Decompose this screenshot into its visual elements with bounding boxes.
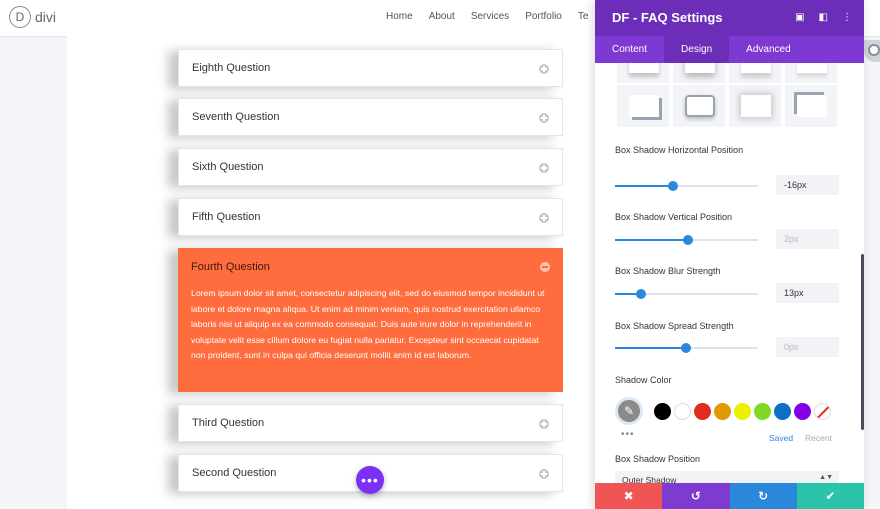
faq-item[interactable]: Third Question: [178, 404, 563, 442]
swatch-yellow[interactable]: [734, 403, 751, 420]
redo-button[interactable]: ↻: [729, 483, 797, 509]
spread-strength-slider[interactable]: [615, 343, 758, 353]
panel-scrollbar[interactable]: [861, 254, 864, 430]
expand-icon[interactable]: [539, 163, 549, 173]
add-module-button[interactable]: •••: [356, 466, 384, 494]
expand-icon[interactable]: [539, 113, 549, 123]
eyedropper-icon[interactable]: ✎: [615, 397, 643, 425]
logo-circle: D: [9, 6, 31, 28]
shadow-preset[interactable]: [673, 85, 725, 127]
panel-tabs: Content Design Advanced: [595, 36, 864, 63]
shadow-preset[interactable]: [729, 85, 781, 127]
shadow-preset[interactable]: [617, 63, 669, 83]
swatch-orange[interactable]: [714, 403, 731, 420]
vertical-position-slider[interactable]: [615, 235, 758, 245]
faq-question: Sixth Question: [192, 161, 264, 173]
blur-strength-input[interactable]: 13px: [776, 283, 839, 303]
spread-strength-label: Box Shadow Spread Strength: [615, 321, 734, 331]
settings-panel: DF - FAQ Settings ▣ ◧ ⋮ Content Design A…: [595, 0, 864, 509]
recent-colors-tab[interactable]: Recent: [805, 433, 832, 443]
horizontal-position-input[interactable]: -16px: [776, 175, 839, 195]
collapse-icon[interactable]: [540, 262, 550, 272]
panel-header: DF - FAQ Settings ▣ ◧ ⋮: [595, 0, 864, 36]
slider-handle[interactable]: [636, 289, 646, 299]
undo-button[interactable]: ↺: [662, 483, 730, 509]
expand-icon[interactable]: [539, 213, 549, 223]
faq-question: Fifth Question: [192, 211, 261, 223]
vertical-position-input[interactable]: 2px: [776, 229, 839, 249]
horizontal-position-slider[interactable]: [615, 181, 758, 191]
shadow-preset[interactable]: [617, 85, 669, 127]
faq-question: Eighth Question: [192, 62, 271, 74]
tab-content[interactable]: Content: [595, 36, 664, 63]
faq-question: Fourth Question: [191, 261, 270, 273]
expand-icon[interactable]: [539, 469, 549, 479]
expand-icon[interactable]: [539, 419, 549, 429]
tab-advanced[interactable]: Advanced: [729, 36, 807, 63]
select-arrows-icon: ▲▼: [819, 474, 833, 481]
fullscreen-icon[interactable]: ▣: [795, 12, 804, 23]
site-logo[interactable]: D divi: [9, 6, 56, 28]
shadow-color-label: Shadow Color: [615, 375, 672, 385]
swatch-purple[interactable]: [794, 403, 811, 420]
color-swatches: [654, 403, 831, 420]
swatch-blue[interactable]: [774, 403, 791, 420]
panel-footer: ✖ ↺ ↻ ✔: [595, 483, 864, 509]
shadow-preset[interactable]: [673, 63, 725, 83]
nav-about[interactable]: About: [429, 11, 455, 22]
slider-handle[interactable]: [668, 181, 678, 191]
shadow-presets-row: [617, 63, 837, 83]
handle-dot-icon: [868, 44, 880, 56]
nav-team[interactable]: Te: [578, 11, 589, 22]
blur-strength-label: Box Shadow Blur Strength: [615, 266, 721, 276]
slider-handle[interactable]: [683, 235, 693, 245]
slider-handle[interactable]: [681, 343, 691, 353]
faq-question: Third Question: [192, 417, 265, 429]
faq-item-open[interactable]: Fourth Question Lorem ipsum dolor sit am…: [178, 248, 563, 392]
swatch-red[interactable]: [694, 403, 711, 420]
vertical-position-label: Box Shadow Vertical Position: [615, 212, 733, 222]
more-colors-icon[interactable]: •••: [621, 429, 635, 440]
shadow-position-value: Outer Shadow: [622, 475, 677, 483]
discard-button[interactable]: ✖: [595, 483, 663, 509]
logo-text: divi: [35, 9, 57, 25]
faq-question: Second Question: [192, 467, 277, 479]
tab-design[interactable]: Design: [664, 36, 730, 63]
swatch-black[interactable]: [654, 403, 671, 420]
save-button[interactable]: ✔: [796, 483, 864, 509]
nav-services[interactable]: Services: [471, 11, 509, 22]
panel-header-icons: ▣ ◧ ⋮: [795, 12, 852, 23]
shadow-position-label: Box Shadow Position: [615, 454, 701, 464]
shadow-preset[interactable]: [785, 63, 837, 83]
shadow-preset[interactable]: [785, 85, 837, 127]
more-options-icon[interactable]: ⋮: [842, 12, 852, 23]
expand-icon[interactable]: [539, 64, 549, 74]
horizontal-position-label: Box Shadow Horizontal Position: [615, 145, 744, 155]
panel-body: Box Shadow Horizontal Position -16px Box…: [595, 63, 864, 483]
shadow-preset[interactable]: [729, 63, 781, 83]
faq-answer: Lorem ipsum dolor sit amet, consectetur …: [191, 288, 545, 360]
faq-item[interactable]: Eighth Question: [178, 49, 563, 87]
faq-item[interactable]: Fifth Question: [178, 198, 563, 236]
swatch-white[interactable]: [674, 403, 691, 420]
saved-colors-tab[interactable]: Saved: [769, 433, 793, 443]
faq-item[interactable]: Sixth Question: [178, 148, 563, 186]
nav-portfolio[interactable]: Portfolio: [525, 11, 562, 22]
nav-home[interactable]: Home: [386, 11, 413, 22]
blur-strength-slider[interactable]: [615, 289, 758, 299]
split-view-icon[interactable]: ◧: [819, 12, 828, 23]
no-color-icon[interactable]: [814, 403, 831, 420]
main-nav: Home About Services Portfolio Te: [386, 11, 604, 22]
faq-item[interactable]: Seventh Question: [178, 98, 563, 136]
shadow-presets-row: [617, 85, 837, 127]
shadow-position-select[interactable]: Outer Shadow ▲▼: [615, 471, 839, 483]
panel-title: DF - FAQ Settings: [612, 10, 723, 25]
faq-question: Seventh Question: [192, 111, 280, 123]
spread-strength-input[interactable]: 0px: [776, 337, 839, 357]
swatch-green[interactable]: [754, 403, 771, 420]
